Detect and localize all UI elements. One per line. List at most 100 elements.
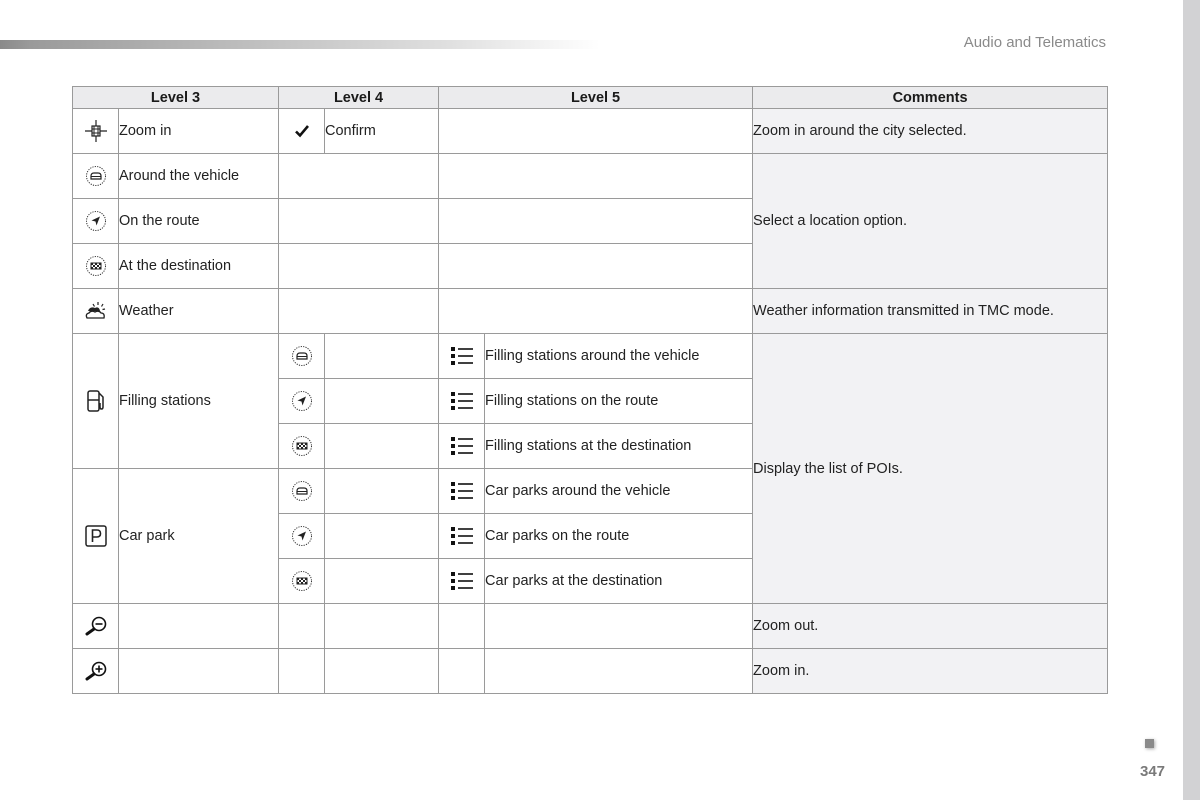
zoom-in-icon	[84, 660, 108, 682]
menu-item-on-route[interactable]: On the route	[117, 198, 280, 244]
menu-item-filling-at-destination[interactable]: Filling stations at the destination	[484, 423, 754, 469]
menu-item-confirm[interactable]: Confirm	[324, 108, 440, 154]
empty-cell	[438, 153, 754, 199]
menu-table: Level 3 Level 4 Level 5 Comments Zoom in…	[71, 86, 1109, 694]
table-row: Filling stations Filling stations around…	[72, 333, 1109, 604]
around-vehicle-icon-cell[interactable]	[278, 468, 326, 514]
around-vehicle-icon	[291, 480, 313, 502]
weather-icon	[83, 300, 109, 322]
empty-cell	[278, 198, 440, 244]
menu-item-filling-on-route[interactable]: Filling stations on the route	[484, 378, 754, 424]
table-row: Zoom out.	[72, 603, 1109, 649]
empty-cell	[438, 288, 754, 334]
section-title: Audio and Telematics	[963, 34, 1106, 51]
empty-cell	[324, 468, 440, 514]
at-destination-icon-cell[interactable]	[72, 243, 119, 289]
page-marker-square	[1145, 739, 1154, 748]
table-header-row: Level 3 Level 4 Level 5 Comments	[71, 86, 1109, 109]
page-number: 347	[1140, 763, 1166, 780]
empty-cell	[324, 558, 440, 604]
table-row: Zoom in.	[72, 648, 1109, 694]
menu-item-filling-around-vehicle[interactable]: Filling stations around the vehicle	[484, 333, 754, 379]
menu-item-carpark-around-vehicle[interactable]: Car parks around the vehicle	[484, 468, 754, 514]
empty-cell	[484, 648, 754, 694]
empty-cell	[324, 648, 440, 694]
empty-cell	[278, 243, 440, 289]
menu-item-filling-stations[interactable]: Filling stations	[117, 333, 280, 469]
checkmark-icon-cell[interactable]	[278, 108, 326, 154]
column-header-level5: Level 5	[438, 86, 754, 109]
column-header-level4: Level 4	[278, 86, 440, 109]
fuel-pump-icon	[85, 388, 107, 414]
on-route-icon-cell[interactable]	[278, 513, 326, 559]
list-icon-cell[interactable]	[438, 378, 486, 424]
menu-item-around-vehicle[interactable]: Around the vehicle	[117, 153, 280, 199]
empty-cell	[438, 198, 754, 244]
list-icon	[450, 391, 473, 411]
empty-cell	[324, 378, 440, 424]
column-header-comments: Comments	[752, 86, 1109, 109]
menu-item-car-park[interactable]: Car park	[117, 468, 280, 604]
on-route-icon	[291, 525, 313, 547]
at-destination-icon-cell[interactable]	[278, 558, 326, 604]
comment-weather: Weather information transmitted in TMC m…	[752, 288, 1109, 334]
empty-cell	[117, 603, 280, 649]
comment-zoom-in: Zoom in.	[752, 648, 1109, 694]
empty-cell	[278, 153, 440, 199]
list-icon-cell[interactable]	[438, 558, 486, 604]
zoom-target-icon-cell[interactable]	[72, 108, 119, 154]
empty-cell	[117, 648, 280, 694]
header-gradient-bar	[0, 40, 600, 49]
menu-item-weather[interactable]: Weather	[117, 288, 280, 334]
zoom-target-icon	[84, 119, 108, 143]
checkmark-icon	[294, 124, 309, 138]
around-vehicle-icon	[85, 165, 107, 187]
around-vehicle-icon-cell[interactable]	[278, 333, 326, 379]
empty-cell	[438, 648, 486, 694]
comment-zoom-out: Zoom out.	[752, 603, 1109, 649]
on-route-icon-cell[interactable]	[278, 378, 326, 424]
list-icon	[450, 571, 473, 591]
list-icon	[450, 526, 473, 546]
comment-poi-list: Display the list of POIs.	[752, 333, 1109, 604]
list-icon	[450, 436, 473, 456]
at-destination-icon-cell[interactable]	[278, 423, 326, 469]
list-icon-cell[interactable]	[438, 423, 486, 469]
empty-cell	[324, 603, 440, 649]
parking-icon	[84, 524, 108, 548]
zoom-out-icon-cell[interactable]	[72, 603, 119, 649]
zoom-in-icon-cell[interactable]	[72, 648, 119, 694]
at-destination-icon	[291, 435, 313, 457]
comment-location-option: Select a location option.	[752, 153, 1109, 289]
table-row: Around the vehicle Select a location opt…	[72, 153, 1109, 289]
menu-item-carpark-at-destination[interactable]: Car parks at the destination	[484, 558, 754, 604]
empty-cell	[324, 423, 440, 469]
table-row: Zoom in Confirm Zoom in around the city …	[72, 108, 1109, 154]
menu-item-zoom-in[interactable]: Zoom in	[117, 108, 280, 154]
weather-icon-cell[interactable]	[72, 288, 119, 334]
list-icon	[450, 346, 473, 366]
around-vehicle-icon-cell[interactable]	[72, 153, 119, 199]
menu-item-at-destination[interactable]: At the destination	[117, 243, 280, 289]
empty-cell	[278, 288, 440, 334]
page-edge-strip	[1183, 0, 1200, 800]
empty-cell	[438, 243, 754, 289]
column-header-level3: Level 3	[71, 86, 280, 109]
empty-cell	[324, 513, 440, 559]
fuel-pump-icon-cell[interactable]	[72, 333, 119, 469]
on-route-icon	[85, 210, 107, 232]
parking-icon-cell[interactable]	[72, 468, 119, 604]
at-destination-icon	[291, 570, 313, 592]
list-icon	[450, 481, 473, 501]
on-route-icon	[291, 390, 313, 412]
list-icon-cell[interactable]	[438, 468, 486, 514]
empty-cell	[438, 108, 754, 154]
empty-cell	[324, 333, 440, 379]
list-icon-cell[interactable]	[438, 513, 486, 559]
menu-item-carpark-on-route[interactable]: Car parks on the route	[484, 513, 754, 559]
list-icon-cell[interactable]	[438, 333, 486, 379]
zoom-out-icon	[84, 615, 108, 637]
empty-cell	[438, 603, 486, 649]
on-route-icon-cell[interactable]	[72, 198, 119, 244]
empty-cell	[278, 603, 326, 649]
